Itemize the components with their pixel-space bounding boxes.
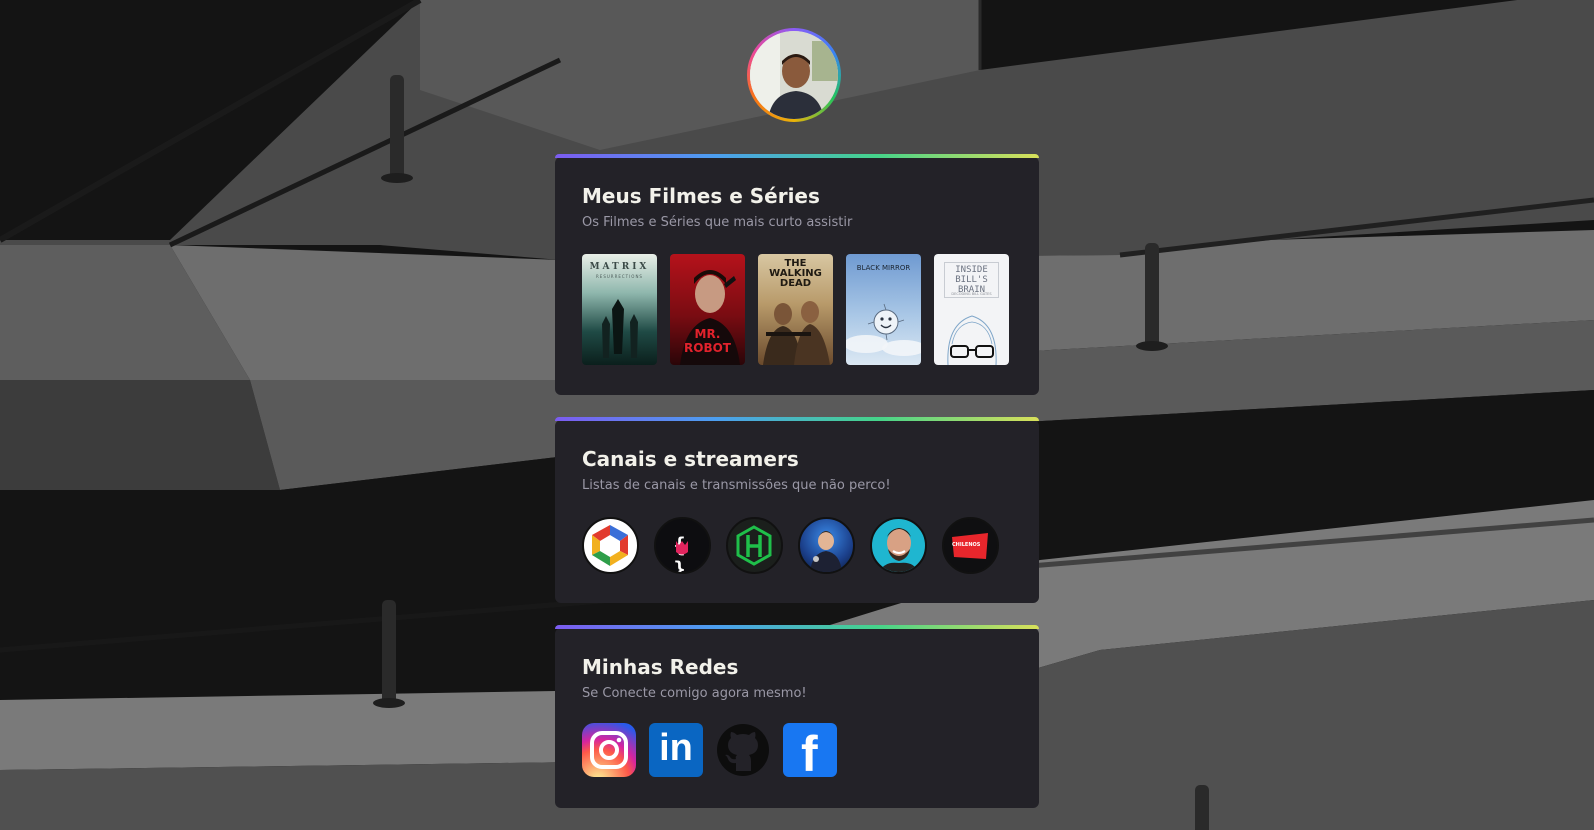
linkedin-icon[interactable]: in <box>649 723 703 777</box>
poster-matrix[interactable]: MATRIX RESURRECTIONS <box>582 254 657 365</box>
movies-title: Meus Filmes e Séries <box>582 184 820 208</box>
channel-avatar-streamer-icon[interactable] <box>798 517 855 574</box>
movies-card: Meus Filmes e Séries Os Filmes e Séries … <box>555 154 1039 395</box>
channels-subtitle: Listas de canais e transmissões que não … <box>582 478 891 493</box>
poster-mr-robot[interactable]: MR. ROBOT <box>670 254 745 365</box>
channel-avatar-person-icon[interactable] <box>870 517 927 574</box>
channel-logo-cube-icon[interactable] <box>582 517 639 574</box>
channels-title: Canais e streamers <box>582 447 799 471</box>
profile-avatar <box>747 28 841 122</box>
poster-mr-robot-title: MR. ROBOT <box>684 327 731 355</box>
profile-photo-icon <box>750 31 838 119</box>
networks-card: Minhas Redes Se Conecte comigo agora mes… <box>555 625 1039 808</box>
facebook-text: f <box>801 726 818 777</box>
movies-subtitle: Os Filmes e Séries que mais curto assist… <box>582 215 853 230</box>
channels-list: { } <box>582 517 1012 574</box>
linkedin-text: in <box>659 727 693 769</box>
networks-subtitle: Se Conecte comigo agora mesmo! <box>582 686 807 701</box>
bill-gates-sketch-icon <box>947 315 997 365</box>
poster-black-mirror[interactable]: BLACK MIRROR <box>846 254 921 365</box>
github-icon[interactable] <box>716 723 770 777</box>
black-mirror-smiley-icon <box>846 303 921 356</box>
channel-play-text: CHILENOS <box>952 542 981 548</box>
matrix-figures-icon <box>602 299 638 358</box>
walking-dead-cast-icon <box>763 301 830 365</box>
networks-list: in f <box>582 723 1012 777</box>
networks-title: Minhas Redes <box>582 655 739 679</box>
facebook-icon[interactable]: f <box>783 723 837 777</box>
channel-logo-hexagon-icon[interactable] <box>726 517 783 574</box>
poster-inside-bills-brain[interactable]: INSIDE BILL'S BRAIN DECODING BILL GATES <box>934 254 1009 365</box>
channel-logo-code-rock-icon[interactable]: { } <box>654 517 711 574</box>
instagram-icon[interactable] <box>582 723 636 777</box>
channel-logo-play-icon[interactable]: CHILENOS <box>942 517 999 574</box>
movies-list: MATRIX RESURRECTIONS MR. ROBOT THE WALKI… <box>582 254 1012 365</box>
channels-card: Canais e streamers Listas de canais e tr… <box>555 417 1039 603</box>
poster-walking-dead[interactable]: THE WALKING DEAD <box>758 254 833 365</box>
